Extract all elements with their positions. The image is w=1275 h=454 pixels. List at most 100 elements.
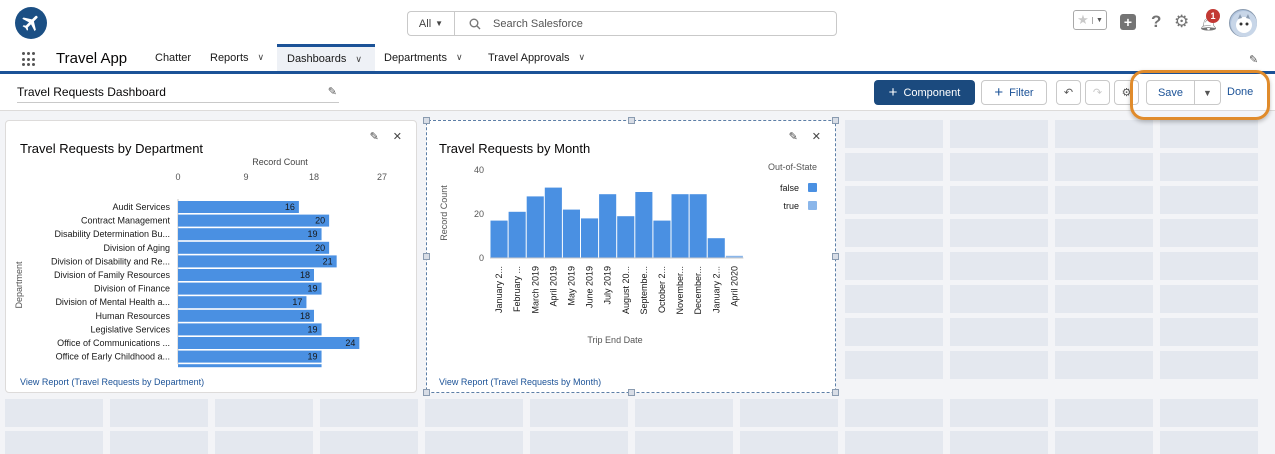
x-tick-label: July 2019 (603, 266, 613, 305)
grid-cell (1160, 351, 1258, 379)
grid-cell (425, 431, 523, 454)
help-icon[interactable]: ? (1151, 12, 1161, 32)
category-label: Legislative Services (90, 324, 170, 334)
bar (178, 309, 314, 322)
grid-cell (110, 399, 208, 427)
x-tick-label: April 2020 (729, 266, 739, 307)
org-logo[interactable] (15, 7, 47, 39)
grid-cell (950, 285, 1048, 313)
x-tick-label: January 2... (494, 266, 504, 313)
avatar[interactable] (1229, 9, 1257, 37)
grid-cell (1055, 285, 1153, 313)
dashboard-title-field[interactable]: Travel Requests Dashboard ✎ (17, 82, 339, 103)
chevron-down-icon[interactable]: ∨ (355, 54, 362, 65)
nav-item-reports[interactable]: Reports ∨ (200, 44, 274, 71)
legend-label: false (780, 183, 799, 193)
chevron-down-icon[interactable]: ∨ (579, 52, 586, 63)
save-button[interactable]: Save (1147, 81, 1194, 104)
resize-handle[interactable] (423, 117, 430, 124)
data-label: 19 (308, 352, 318, 362)
grid-cell (1055, 153, 1153, 181)
redo-button[interactable]: ↷ (1085, 80, 1110, 105)
resize-handle[interactable] (628, 117, 635, 124)
bar-false (490, 220, 508, 258)
grid-cell (950, 252, 1048, 280)
app-launcher-icon[interactable] (22, 52, 37, 67)
x-axis-title: Record Count (252, 157, 308, 167)
view-report-link[interactable]: View Report (Travel Requests by Month) (439, 377, 601, 387)
resize-handle[interactable] (832, 389, 839, 396)
global-actions-plus-icon[interactable]: + (1120, 14, 1136, 30)
widget-travel-requests-by-department[interactable]: Travel Requests by Department ✎ ✕ Record… (5, 120, 417, 393)
add-filter-label: Filter (1009, 86, 1034, 99)
resize-handle[interactable] (832, 253, 839, 260)
category-label: Division of Disability and Re... (51, 256, 170, 266)
star-icon[interactable]: ★ (1074, 12, 1092, 28)
dashboard-canvas: Travel Requests by Department ✎ ✕ Record… (0, 111, 1275, 454)
grid-cell (215, 399, 313, 427)
plus-icon: + (994, 84, 1004, 101)
bar (178, 323, 322, 336)
x-tick-label: 0 (175, 172, 180, 182)
pencil-icon[interactable]: ✎ (789, 130, 798, 143)
properties-button[interactable]: ⚙ (1114, 80, 1139, 105)
grid-cell (845, 186, 943, 214)
close-icon[interactable]: ✕ (393, 130, 402, 143)
grid-cell (110, 431, 208, 454)
x-tick-label: 27 (377, 172, 387, 182)
bar-false (671, 194, 689, 258)
bar-false (617, 216, 635, 258)
nav-item-label: Chatter (155, 51, 192, 64)
grid-cell (845, 153, 943, 181)
favorites-menu-icon[interactable]: ▼ (1092, 16, 1106, 24)
nav-item-chatter[interactable]: Chatter (145, 44, 201, 71)
close-icon[interactable]: ✕ (812, 130, 821, 143)
x-tick-label: June 2019 (585, 266, 595, 308)
done-button[interactable]: Done (1227, 86, 1253, 98)
bar (178, 255, 337, 268)
search-input[interactable] (493, 17, 793, 30)
gear-icon[interactable]: ⚙ (1174, 12, 1189, 32)
airplane-icon (22, 15, 38, 32)
search-icon (469, 18, 481, 29)
resize-handle[interactable] (423, 253, 430, 260)
bar (178, 214, 330, 227)
add-filter-button[interactable]: + Filter (981, 80, 1047, 105)
search-scope-select[interactable]: All ▼ (407, 11, 454, 36)
undo-button[interactable]: ↶ (1056, 80, 1081, 105)
chevron-down-icon[interactable]: ∨ (258, 52, 265, 63)
pencil-icon[interactable]: ✎ (370, 130, 379, 143)
grid-cell (845, 252, 943, 280)
pencil-icon[interactable]: ✎ (328, 85, 337, 98)
nav-item-departments[interactable]: Departments ∨ (374, 44, 473, 71)
x-tick-label: December... (693, 266, 703, 315)
search-box[interactable] (454, 11, 837, 36)
bar (178, 282, 322, 295)
chevron-down-icon[interactable]: ∨ (456, 52, 463, 63)
widget-title: Travel Requests by Department (20, 141, 204, 156)
grid-cell (950, 186, 1048, 214)
nav-item-dashboards[interactable]: Dashboards ∨ (277, 44, 375, 71)
grid-cell (1160, 431, 1258, 454)
data-label: 17 (292, 297, 302, 307)
edit-nav-pencil-icon[interactable]: ✎ (1249, 53, 1258, 66)
grid-cell (1055, 399, 1153, 427)
grid-cell (950, 431, 1048, 454)
nav-item-travel-approvals[interactable]: Travel Approvals ∨ (478, 44, 595, 71)
grid-cell (950, 219, 1048, 247)
resize-handle[interactable] (832, 117, 839, 124)
grid-cell (950, 120, 1048, 148)
widget-travel-requests-by-month[interactable]: Travel Requests by Month ✎ ✕ 0 20 40 Record… (423, 117, 839, 396)
save-options-chevron-down-icon[interactable]: ▼ (1194, 81, 1220, 104)
x-tick-label: 9 (243, 172, 248, 182)
add-component-button[interactable]: + Component (874, 80, 975, 105)
resize-handle[interactable] (423, 389, 430, 396)
grid-cell (530, 399, 628, 427)
grid-cell (635, 431, 733, 454)
grid-cell (950, 399, 1048, 427)
bar-false (544, 187, 562, 258)
bar-false (562, 209, 580, 258)
resize-handle[interactable] (628, 389, 635, 396)
view-report-link[interactable]: View Report (Travel Requests by Departme… (20, 377, 204, 387)
grid-cell (845, 219, 943, 247)
